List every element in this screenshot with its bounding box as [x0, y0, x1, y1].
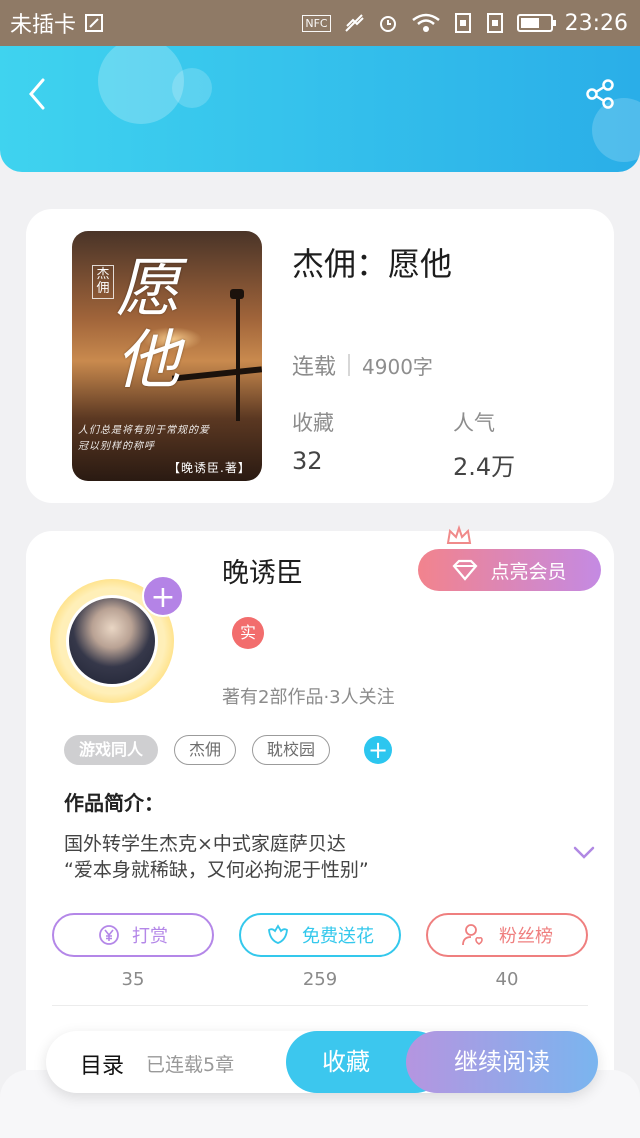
- add-tag-button[interactable]: +: [364, 736, 393, 764]
- sim-icon: [85, 14, 104, 32]
- cover-small-tag: 杰佣: [92, 265, 114, 299]
- fans-count: 40: [495, 969, 519, 990]
- clock-text: 23:26: [564, 10, 628, 36]
- tag-list: 游戏同人 杰佣 耽校园 +: [64, 735, 393, 765]
- card-icon: [486, 13, 503, 33]
- mute-icon: [344, 14, 364, 32]
- fan-ranking-label: 粉丝榜: [499, 926, 553, 947]
- follow-plus-icon[interactable]: +: [142, 575, 184, 617]
- flower-count: 259: [302, 969, 338, 990]
- continue-reading-button[interactable]: 继续阅读: [406, 1031, 598, 1093]
- status-left: 未插卡: [10, 7, 104, 39]
- tag-item[interactable]: 游戏同人: [64, 735, 159, 765]
- share-button[interactable]: [580, 74, 620, 114]
- card-icon: [454, 13, 471, 33]
- book-title: 杰佣：愿他: [292, 245, 453, 283]
- reward-label: 打赏: [132, 926, 168, 947]
- popularity-label: 人气: [453, 411, 495, 435]
- diamond-icon: [452, 559, 478, 581]
- tag-item[interactable]: 耽校园: [252, 735, 331, 765]
- intro-line: “爱本身就稀缺，又何必拘泥于性别”: [64, 859, 369, 881]
- nfc-icon: NFC: [302, 14, 331, 32]
- author-card: + 晚诱臣 实 著有2部作品·3人关注 点亮会员 游戏同人 杰佣 耽校园 + 作…: [26, 525, 614, 1091]
- author-avatar[interactable]: +: [46, 571, 184, 703]
- word-count: 4900字: [362, 354, 433, 379]
- send-flower-label: 免费送花: [302, 926, 374, 947]
- wifi-icon: [411, 13, 440, 32]
- author-meta: 著有2部作品·3人关注: [222, 687, 395, 708]
- flower-icon: [268, 924, 288, 944]
- toc-button[interactable]: 目录: [80, 1048, 124, 1080]
- popularity-count: 2.4万: [453, 453, 516, 481]
- crown-icon: [446, 525, 472, 544]
- cover-title: 愿他: [116, 252, 180, 398]
- fans-icon: [462, 924, 483, 946]
- header-bar: [0, 46, 640, 172]
- cover-line: 人们总是将有别于常规的爱: [78, 425, 210, 436]
- divider: [52, 1005, 588, 1006]
- intro-text: 国外转学生杰克×中式家庭萨贝达 “爱本身就稀缺，又何必拘泥于性别”: [64, 831, 524, 883]
- vip-label: 点亮会员: [490, 560, 567, 583]
- book-cover[interactable]: 杰佣 愿他 人们总是将有别于常规的爱 冠以别样的称呼 【晚诱臣.著】: [72, 231, 262, 481]
- avatar: [66, 595, 158, 687]
- action-row: 打赏 35 免费送花 259 粉丝榜 40: [52, 913, 588, 993]
- bottom-action-bar: 目录 已连载5章 收藏 继续阅读: [46, 1031, 598, 1093]
- intro-line: 国外转学生杰克×中式家庭萨贝达: [64, 833, 346, 855]
- send-flower-button[interactable]: 免费送花: [239, 913, 401, 957]
- favorites-count: 32: [292, 447, 323, 475]
- vip-button[interactable]: 点亮会员: [418, 549, 601, 591]
- reward-count: 35: [121, 969, 145, 990]
- back-button[interactable]: [20, 74, 54, 114]
- author-name[interactable]: 晚诱臣: [222, 551, 303, 590]
- decor-bubble: [98, 46, 184, 124]
- decor-bubble: [172, 68, 212, 108]
- battery-icon: [516, 14, 556, 32]
- cover-lamp: [236, 295, 240, 421]
- verified-badge: 实: [232, 617, 264, 649]
- yen-icon: [99, 925, 119, 945]
- status-bar: 未插卡 NFC 23:26: [0, 0, 640, 46]
- fan-ranking-button[interactable]: 粉丝榜: [426, 913, 588, 957]
- book-card: 杰佣 愿他 人们总是将有别于常规的爱 冠以别样的称呼 【晚诱臣.著】 杰佣：愿他…: [26, 209, 614, 503]
- alarm-icon: [379, 16, 396, 32]
- book-status: 连载 4900字: [292, 349, 433, 381]
- cover-lamp: [230, 289, 244, 299]
- favorites-label: 收藏: [292, 411, 334, 435]
- status-label: 连载: [292, 355, 337, 380]
- intro-title: 作品简介：: [64, 791, 164, 815]
- cover-line: 冠以别样的称呼: [78, 441, 155, 452]
- chapter-count: 已连载5章: [146, 1054, 235, 1076]
- chevron-down-icon[interactable]: [572, 845, 596, 861]
- chevron-left-icon: [29, 78, 45, 110]
- status-right: NFC 23:26: [302, 11, 628, 36]
- carrier-text: 未插卡: [10, 13, 77, 38]
- cover-author: 【晚诱臣.著】: [168, 461, 251, 475]
- share-icon: [586, 79, 614, 109]
- tag-item[interactable]: 杰佣: [174, 735, 237, 765]
- status-divider: [348, 354, 351, 376]
- reward-button[interactable]: 打赏: [52, 913, 214, 957]
